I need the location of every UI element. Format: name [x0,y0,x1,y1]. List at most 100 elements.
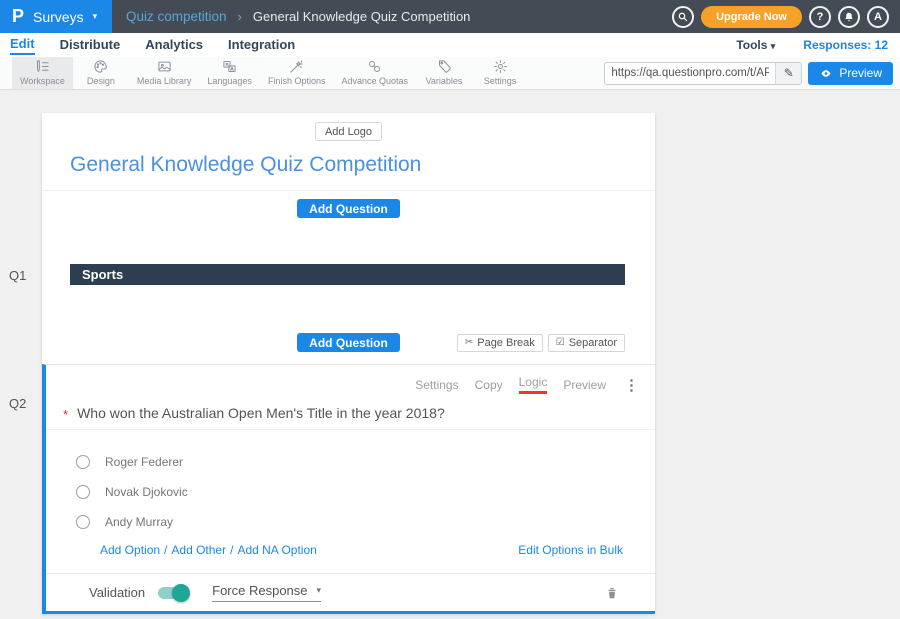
add-question-button-top[interactable]: Add Question [297,199,400,218]
add-question-row: Add Question ✂ Page Break ☑ Separator [42,333,655,352]
image-icon [157,59,172,74]
question-text-row: * Who won the Australian Open Men's Titl… [63,405,635,423]
validation-label: Validation [89,585,145,600]
toolbar-item-label: Variables [426,76,463,86]
toolbar-item-label: Settings [484,76,517,86]
search-icon [677,11,689,23]
bell-icon [843,11,855,23]
question-settings-link[interactable]: Settings [415,378,458,392]
toolbar-item-advance-quotas[interactable]: Advance Quotas [333,57,416,89]
spacer [42,218,655,264]
tab-integration[interactable]: Integration [228,37,295,54]
toolbar-item-settings[interactable]: Settings [472,57,528,89]
separator-button[interactable]: ☑ Separator [548,334,625,352]
editor-toolbar: Workspace Design Media Library Languages… [0,57,900,90]
add-other-link[interactable]: Add Other [171,543,226,557]
question-text[interactable]: Who won the Australian Open Men's Title … [77,405,445,421]
help-button[interactable]: ? [809,6,831,28]
toolbar-item-label: Media Library [137,76,192,86]
questionpro-logo: P [12,6,24,27]
radio-button[interactable] [76,455,90,469]
tag-icon [437,59,452,74]
toolbar-item-label: Advance Quotas [341,76,408,86]
tab-edit[interactable]: Edit [10,36,35,55]
toggle-knob [172,584,190,602]
add-option-link[interactable]: Add Option [100,543,160,557]
translate-icon [222,59,237,74]
upgrade-now-button[interactable]: Upgrade Now [701,6,802,28]
survey-card: Add Logo General Knowledge Quiz Competit… [42,113,655,614]
header-actions: Upgrade Now ? A [672,6,900,28]
eye-icon [819,68,833,79]
edit-options-in-bulk-link[interactable]: Edit Options in Bulk [518,543,623,557]
add-na-option-link[interactable]: Add NA Option [237,543,316,557]
survey-title[interactable]: General Knowledge Quiz Competition [70,153,627,177]
breadcrumb-separator-icon: › [238,9,242,24]
toolbar-item-variables[interactable]: Variables [416,57,472,89]
magic-wand-icon [289,59,304,74]
edit-url-button[interactable]: ✎ [775,63,801,84]
account-avatar[interactable]: A [867,6,889,28]
option-label[interactable]: Roger Federer [105,455,183,469]
question-divider [46,429,655,430]
force-response-dropdown[interactable]: Force Response ▾ [212,583,321,602]
tab-distribute[interactable]: Distribute [60,37,121,54]
radio-button[interactable] [76,515,90,529]
survey-url-field: ✎ [604,62,802,85]
link-separator: / [164,543,167,557]
avatar-initial: A [874,11,882,23]
responses-count[interactable]: Responses: 12 [803,38,888,52]
notifications-button[interactable] [838,6,860,28]
validation-toggle[interactable] [158,587,188,599]
breadcrumb-parent[interactable]: Quiz competition [126,9,227,24]
question-copy-link[interactable]: Copy [475,378,503,392]
option-label[interactable]: Andy Murray [105,515,173,529]
force-response-label: Force Response [212,583,307,598]
q1-section-header[interactable]: Sports [70,264,625,285]
link-separator: / [230,543,233,557]
question-logic-link[interactable]: Logic [519,375,548,394]
required-asterisk: * [63,407,68,422]
toolbar-item-media-library[interactable]: Media Library [129,57,200,89]
toolbar-item-languages[interactable]: Languages [199,57,260,89]
toolbar-item-label: Languages [207,76,252,86]
product-label: Surveys [33,9,84,25]
surveys-menu[interactable]: P Surveys ▾ [0,0,112,33]
answer-option-row: Roger Federer [76,454,655,469]
chevron-down-icon: ▾ [771,41,776,51]
pencil-icon: ✎ [784,66,794,80]
question-preview-link[interactable]: Preview [563,378,606,392]
chevron-down-icon: ▾ [317,585,322,596]
radio-button[interactable] [76,485,90,499]
chevron-down-icon: ▾ [93,11,98,22]
separator-icon: ☑ [556,337,565,348]
search-button[interactable] [672,6,694,28]
add-question-button-middle[interactable]: Add Question [297,333,400,352]
answer-option-row: Novak Djokovic [76,484,655,499]
option-label[interactable]: Novak Djokovic [105,485,188,499]
separator-label: Separator [569,337,617,349]
scissors-icon: ✂ [465,337,473,348]
page-break-button[interactable]: ✂ Page Break [457,334,543,352]
tools-label: Tools [736,38,767,52]
survey-url-input[interactable] [605,67,775,79]
top-header: P Surveys ▾ Quiz competition › General K… [0,0,900,33]
nav-right: Tools ▾ Responses: 12 [736,38,890,52]
trash-icon[interactable] [605,585,619,601]
workspace-icon [35,59,50,74]
question-block-q2: Settings Copy Logic Preview ⋮ * Who won … [42,364,655,614]
question-actions: Settings Copy Logic Preview ⋮ [46,365,655,392]
toolbar-item-finish-options[interactable]: Finish Options [260,57,334,89]
add-logo-button[interactable]: Add Logo [315,122,382,141]
palette-icon [93,59,108,74]
kebab-menu-icon[interactable]: ⋮ [624,376,639,394]
tools-dropdown[interactable]: Tools ▾ [736,38,775,52]
logo-section: Add Logo [42,113,655,141]
breadcrumb-current: General Knowledge Quiz Competition [253,9,471,24]
preview-button[interactable]: Preview [808,62,893,85]
toolbar-item-label: Design [87,76,115,86]
toolbar-item-workspace[interactable]: Workspace [12,57,73,89]
toolbar-item-label: Finish Options [268,76,326,86]
toolbar-item-design[interactable]: Design [73,57,129,89]
tab-analytics[interactable]: Analytics [145,37,203,54]
